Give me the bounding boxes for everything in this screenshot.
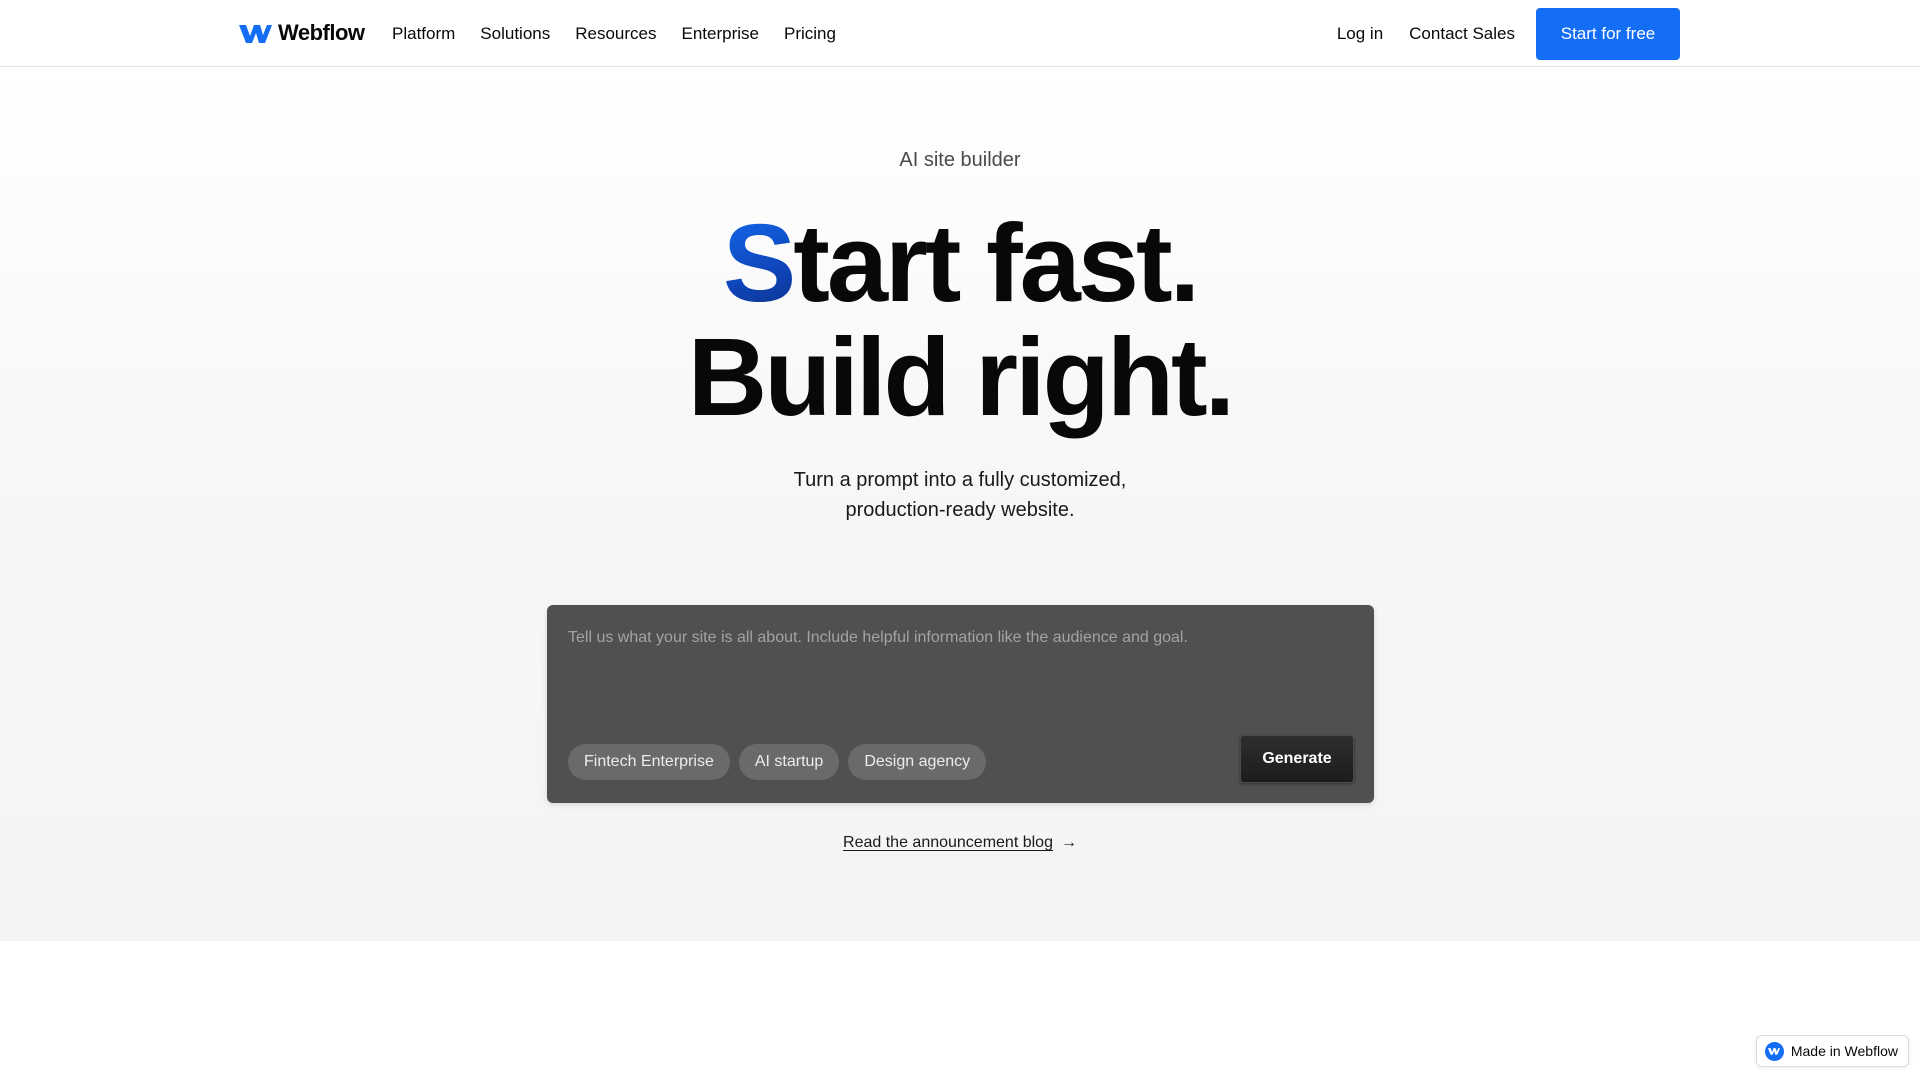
nav-link-platform[interactable]: Platform bbox=[392, 24, 455, 44]
nav-link-enterprise[interactable]: Enterprise bbox=[682, 24, 759, 44]
start-for-free-button[interactable]: Start for free bbox=[1536, 7, 1680, 60]
top-navigation: Webflow Platform Solutions Resources Ent… bbox=[0, 0, 1920, 67]
webflow-badge-icon bbox=[1764, 1041, 1784, 1061]
prompt-suggestions: Fintech Enterprise AI startup Design age… bbox=[568, 744, 987, 780]
nav-link-pricing[interactable]: Pricing bbox=[784, 24, 836, 44]
logo-text: Webflow bbox=[278, 20, 365, 45]
headline-line-1-text: tart fast. bbox=[793, 202, 1200, 325]
nav-link-solutions[interactable]: Solutions bbox=[480, 24, 550, 44]
headline-line-1: Start fast. bbox=[0, 207, 1920, 321]
webflow-mark-icon bbox=[1768, 1048, 1781, 1055]
nav-link-resources[interactable]: Resources bbox=[575, 24, 656, 44]
primary-nav: Platform Solutions Resources Enterprise … bbox=[392, 0, 836, 67]
nav-actions: Log in Contact Sales Start for free bbox=[1337, 0, 1680, 67]
headline-line-2: Build right. bbox=[687, 316, 1235, 439]
webflow-logo-icon bbox=[239, 25, 272, 43]
announcement: Read the announcement blog → bbox=[0, 834, 1920, 852]
webflow-logo[interactable]: Webflow bbox=[239, 19, 365, 47]
prompt-box: Fintech Enterprise AI startup Design age… bbox=[547, 605, 1374, 803]
hero-subhead: Turn a prompt into a fully customized, p… bbox=[0, 465, 1920, 525]
login-link[interactable]: Log in bbox=[1337, 24, 1383, 44]
suggestion-chip-ai-startup[interactable]: AI startup bbox=[738, 744, 840, 780]
subhead-line-2: production-ready website. bbox=[845, 499, 1075, 521]
contact-sales-link[interactable]: Contact Sales bbox=[1409, 24, 1515, 44]
subhead-line-1: Turn a prompt into a fully customized, bbox=[793, 469, 1127, 491]
made-in-webflow-badge[interactable]: Made in Webflow bbox=[1755, 1035, 1909, 1067]
badge-text: Made in Webflow bbox=[1790, 1043, 1898, 1059]
generate-button[interactable]: Generate bbox=[1240, 735, 1354, 783]
arrow-right-icon: → bbox=[1060, 834, 1077, 851]
hero-eyebrow: AI site builder bbox=[899, 149, 1021, 171]
headline-accent-letter: S bbox=[722, 202, 796, 325]
announcement-blog-link[interactable]: Read the announcement blog bbox=[843, 834, 1053, 851]
site-prompt-input[interactable] bbox=[547, 605, 1374, 725]
suggestion-chip-fintech-enterprise[interactable]: Fintech Enterprise bbox=[568, 744, 730, 780]
hero-section: AI site builder Start fast. Build right.… bbox=[0, 67, 1920, 941]
suggestion-chip-design-agency[interactable]: Design agency bbox=[848, 744, 987, 780]
hero-headline: Start fast. Build right. bbox=[0, 207, 1920, 435]
